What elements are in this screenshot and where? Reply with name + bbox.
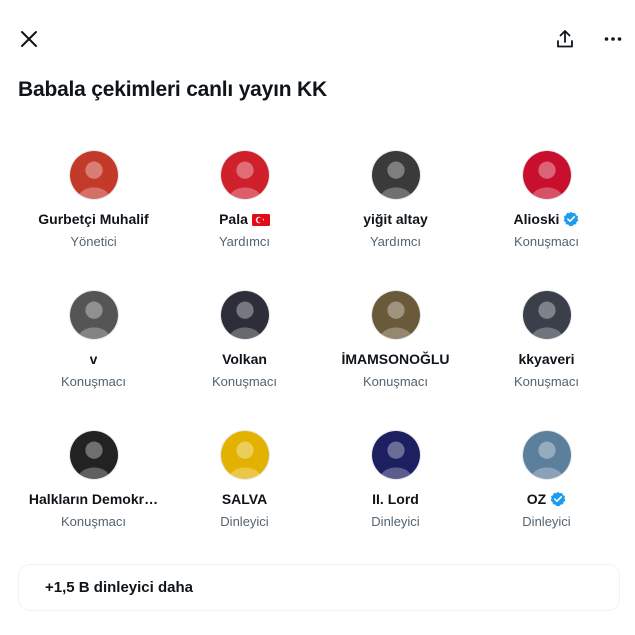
participant-role: Konuşmacı (513, 234, 580, 249)
participant-card[interactable]: kkyaveri Konuşmacı (471, 290, 622, 430)
participant-role: Konuşmacı (513, 374, 580, 389)
participant-name: II. Lord (372, 491, 419, 507)
participant-name: yiğit altay (363, 211, 428, 227)
avatar-image (371, 291, 420, 339)
participant-card[interactable]: SALVA Dinleyici (169, 430, 320, 570)
avatar[interactable] (521, 430, 572, 480)
participant-name-row: yiğit altay (363, 210, 428, 228)
avatar-image (69, 151, 118, 199)
participant-card[interactable]: Gurbetçi Muhalif Yönetici (18, 150, 169, 290)
avatar-image (371, 151, 420, 199)
avatar[interactable] (219, 430, 270, 480)
avatar[interactable] (68, 150, 119, 200)
participant-card[interactable]: II. Lord Dinleyici (320, 430, 471, 570)
participant-name-row: SALVA (222, 490, 267, 508)
participant-card[interactable]: Pala Yardımcı (169, 150, 320, 290)
participant-name-row: İMAMSONOĞLU (341, 350, 449, 368)
participant-name: Pala (219, 211, 248, 227)
participant-card[interactable]: İMAMSONOĞLU Konuşmacı (320, 290, 471, 430)
top-bar (0, 0, 635, 78)
avatar-image (220, 151, 269, 199)
participant-name: OZ (526, 491, 547, 507)
participant-role: Konuşmacı (60, 374, 127, 389)
avatar[interactable] (370, 290, 421, 340)
avatar-image (522, 151, 571, 199)
avatar[interactable] (370, 150, 421, 200)
avatar-image (522, 431, 571, 479)
participant-name: SALVA (221, 491, 268, 507)
space-title: Babala çekimleri canlı yayın KK (18, 78, 327, 101)
participant-name-row: OZ (527, 490, 566, 508)
participant-name-row: Halkların Demokr… (29, 490, 158, 508)
close-button[interactable] (14, 24, 44, 54)
participants-grid: Gurbetçi Muhalif Yönetici Pala Yardımcı yiği… (18, 150, 622, 570)
participant-role: Konuşmacı (211, 374, 278, 389)
avatar[interactable] (219, 290, 270, 340)
avatar[interactable] (68, 290, 119, 340)
verified-badge-icon (563, 211, 579, 227)
participant-name-row: kkyaveri (518, 350, 574, 368)
participant-name-row: Pala (219, 210, 270, 228)
participant-name: Gurbetçi Muhalif (38, 211, 149, 227)
participant-role: Konuşmacı (60, 514, 127, 529)
participant-name: v (89, 351, 98, 367)
participant-name-row: II. Lord (372, 490, 419, 508)
participant-card[interactable]: Halkların Demokr… Konuşmacı (18, 430, 169, 570)
participant-name: İMAMSONOĞLU (341, 351, 450, 367)
participant-card[interactable]: Alioski Konuşmacı (471, 150, 622, 290)
verified-badge-icon (550, 491, 566, 507)
more-listeners-button[interactable]: +1,5 B dinleyici daha (18, 564, 620, 611)
avatar[interactable] (370, 430, 421, 480)
avatar-image (69, 431, 118, 479)
participant-name-row: Gurbetçi Muhalif (38, 210, 148, 228)
participant-card[interactable]: OZ Dinleyici (471, 430, 622, 570)
participant-role: Dinleyici (371, 514, 420, 529)
participant-role: Konuşmacı (362, 374, 429, 389)
avatar[interactable] (521, 150, 572, 200)
avatar[interactable] (219, 150, 270, 200)
more-options-icon (604, 37, 622, 41)
participant-name: Halkların Demokr… (28, 491, 159, 507)
participant-card[interactable]: Volkan Konuşmacı (169, 290, 320, 430)
participant-role: Yardımcı (369, 234, 422, 249)
avatar[interactable] (68, 430, 119, 480)
participant-role: Dinleyici (522, 514, 571, 529)
avatar-image (522, 291, 571, 339)
avatar[interactable] (521, 290, 572, 340)
participant-card[interactable]: yiğit altay Yardımcı (320, 150, 471, 290)
avatar-image (69, 291, 118, 339)
avatar-image (371, 431, 420, 479)
avatar-image (220, 291, 269, 339)
participant-name-row: Alioski (514, 210, 580, 228)
participant-name-row: v (90, 350, 98, 368)
share-icon (557, 30, 573, 48)
participant-name-row: Volkan (222, 350, 267, 368)
participant-name: Alioski (513, 211, 560, 227)
participant-card[interactable]: v Konuşmacı (18, 290, 169, 430)
close-icon (21, 31, 37, 47)
participant-name: kkyaveri (518, 351, 575, 367)
share-button[interactable] (550, 24, 580, 54)
participant-role: Dinleyici (220, 514, 269, 529)
participant-role: Yardımcı (218, 234, 271, 249)
turkey-flag-icon (251, 213, 270, 226)
participant-name: Volkan (222, 351, 267, 367)
participant-role: Yönetici (70, 234, 117, 249)
avatar-image (220, 431, 269, 479)
more-options-button[interactable] (598, 24, 628, 54)
